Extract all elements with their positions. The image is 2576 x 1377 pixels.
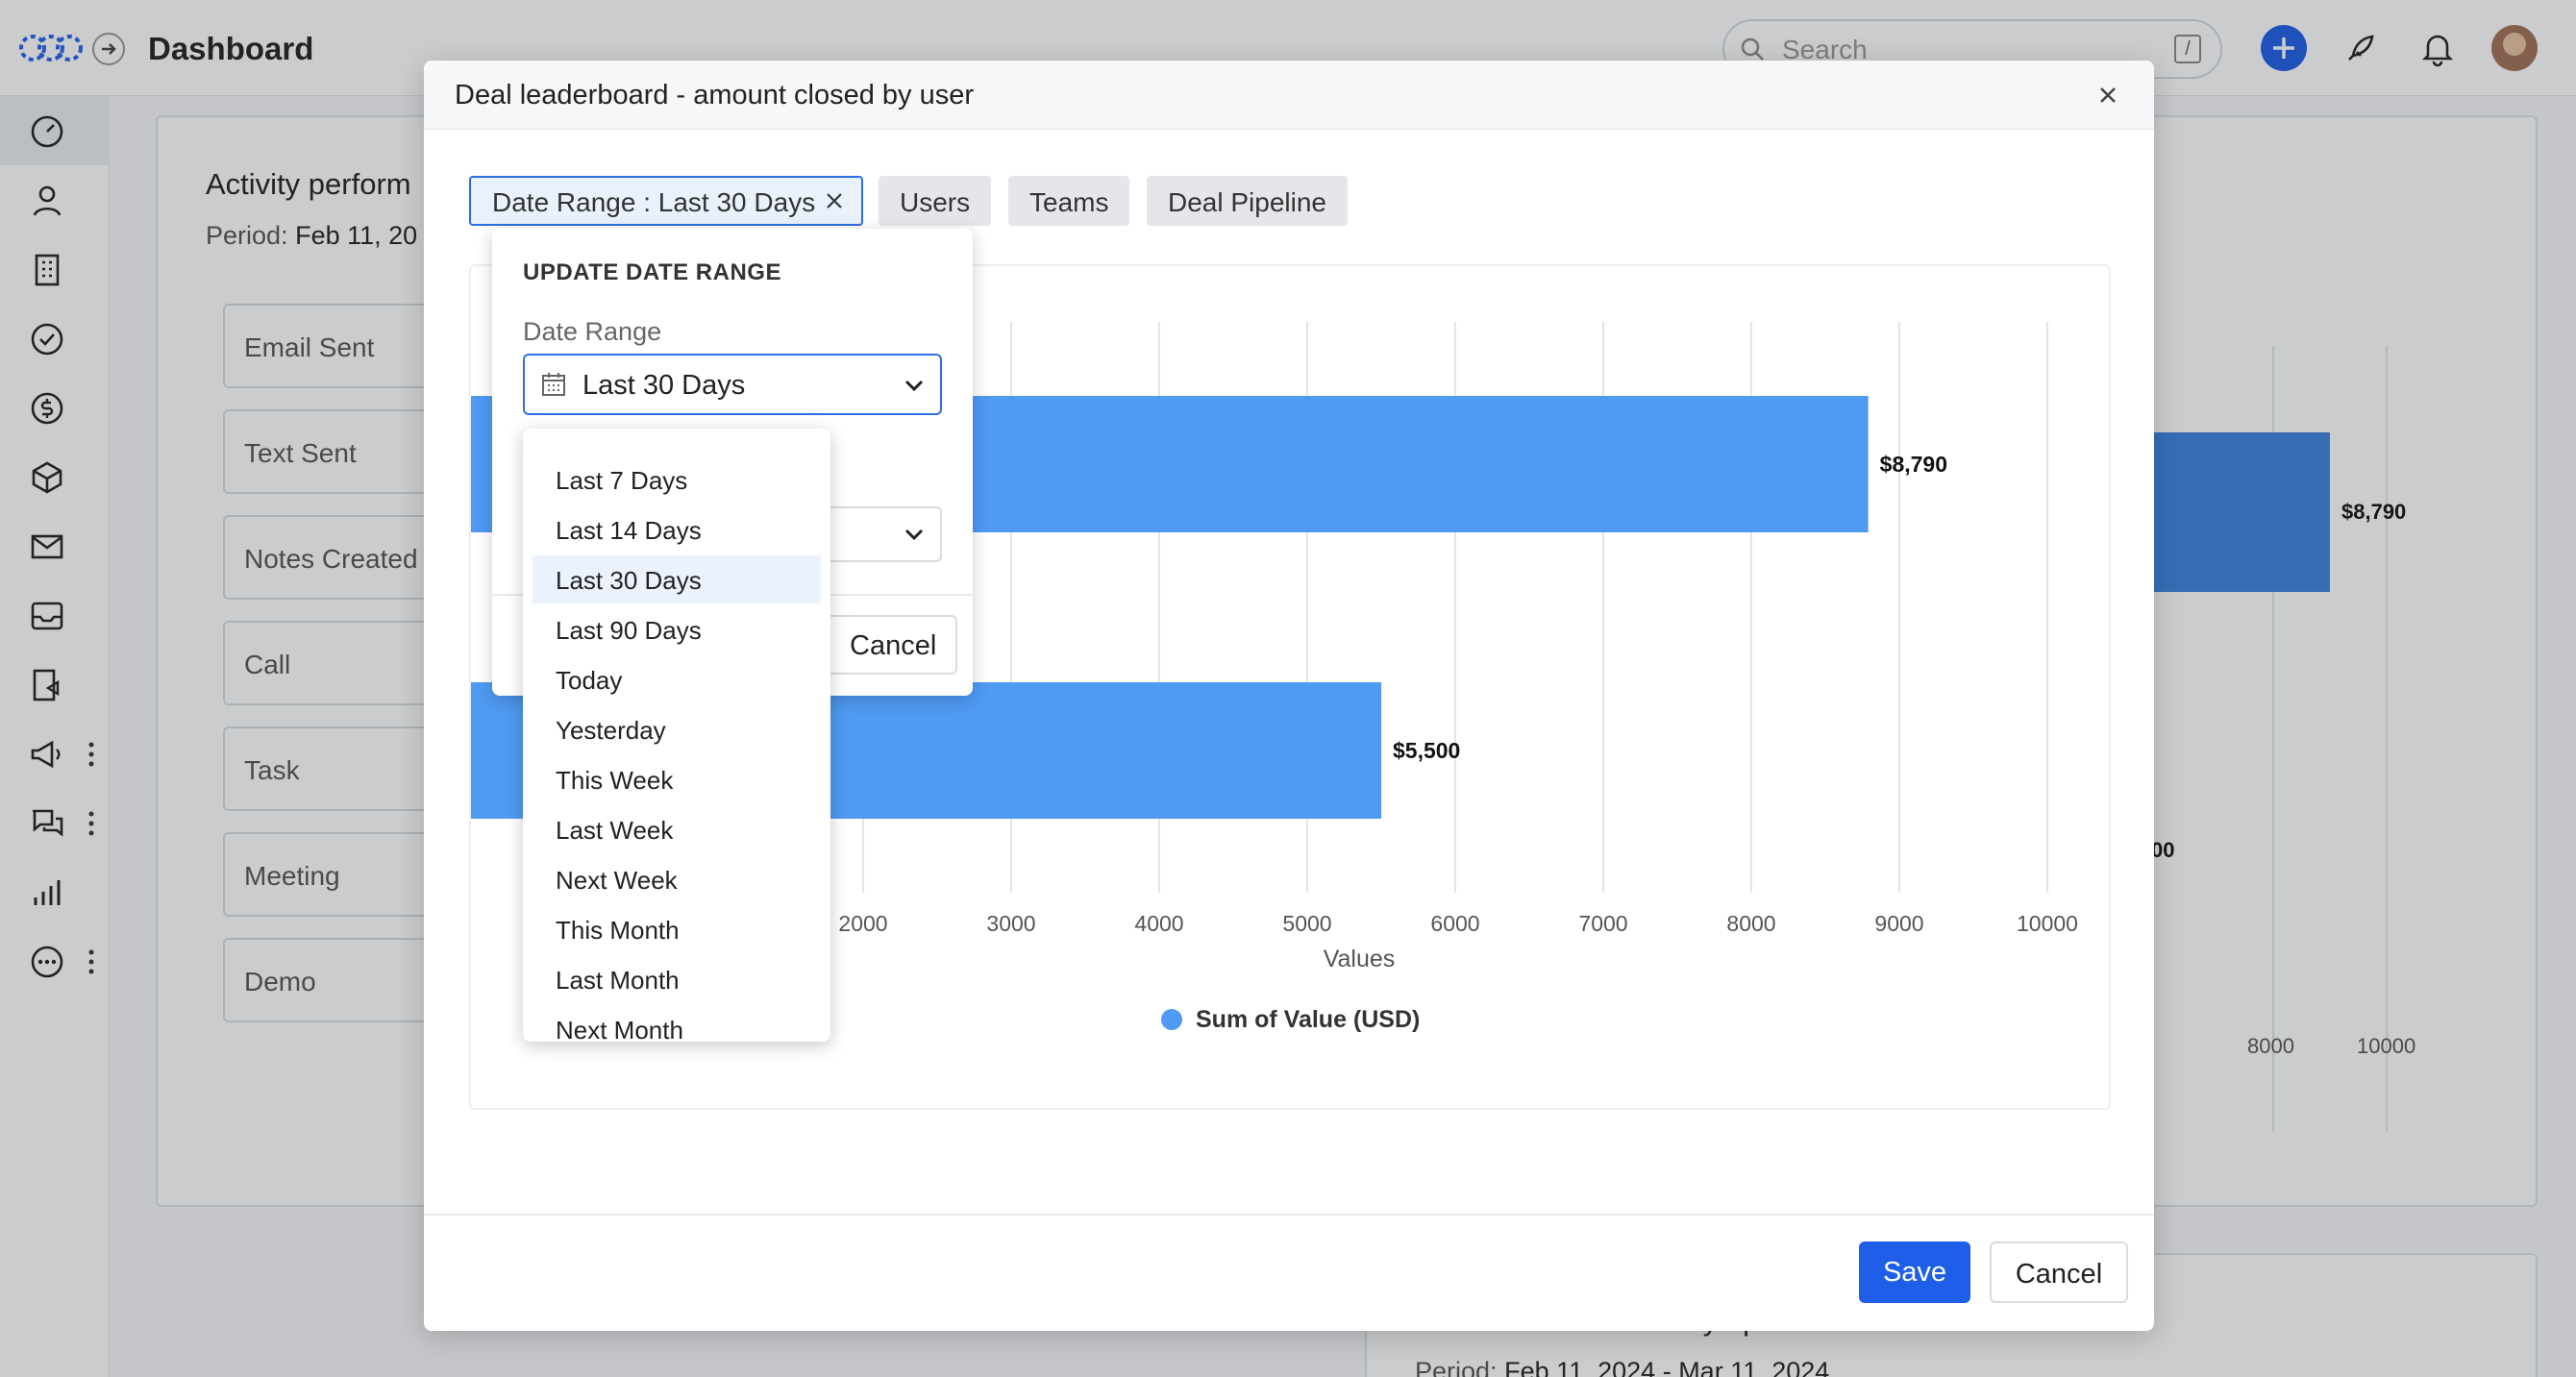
chevron-down-icon [904,529,924,541]
option-item[interactable]: This Month [533,905,821,953]
modal-header: Deal leaderboard - amount closed by user [424,61,2154,130]
option-item[interactable]: Last Week [533,805,821,853]
option-item[interactable]: Last 90 Days [533,605,821,653]
calendar-icon [542,373,565,396]
x-tick-label: 6000 [1430,911,1479,936]
x-tick-label: 9000 [1874,911,1923,936]
deal-pipeline-filter-chip[interactable]: Deal Pipeline [1147,176,1348,226]
legend-label: Sum of Value (USD) [1196,1006,1421,1033]
date-range-filter-chip[interactable]: Date Range : Last 30 Days [469,176,863,226]
bar-value-label: $5,500 [1393,738,1460,763]
cancel-button[interactable]: Cancel [1990,1242,2128,1303]
remove-filter-icon[interactable] [823,189,846,212]
popover-heading: UPDATE DATE RANGE [523,259,781,285]
users-filter-chip[interactable]: Users [879,176,992,226]
legend-swatch [1161,1009,1182,1030]
option-item[interactable]: Last Month [533,955,821,1003]
date-range-label: Date Range [523,317,662,346]
x-tick-label: 7000 [1578,911,1627,936]
option-item[interactable]: Last 7 Days [533,455,821,504]
x-tick-label: 4000 [1134,911,1183,936]
date-range-select[interactable]: Last 30 Days [523,354,942,415]
modal-footer-divider [424,1214,2154,1216]
x-tick-label: 8000 [1726,911,1775,936]
x-tick-label: 5000 [1282,911,1331,936]
date-range-options: Last 7 Days Last 14 Days Last 30 Days Last … [523,429,830,1042]
bar-value-label: $8,790 [1880,452,1947,477]
option-item[interactable]: Next Month [533,1005,821,1042]
option-item[interactable]: Yesterday [533,705,821,753]
close-icon[interactable] [2094,82,2121,109]
option-item[interactable]: This Week [533,755,821,803]
x-tick-label: 10000 [2017,911,2078,936]
modal-title: Deal leaderboard - amount closed by user [455,80,975,111]
x-tick-label: 3000 [986,911,1035,936]
x-tick-label: 2000 [838,911,887,936]
option-selected[interactable]: Last 30 Days [533,555,821,603]
chart-legend[interactable]: Sum of Value (USD) [1161,1006,1420,1037]
chip-label: Date Range : Last 30 Days [492,187,816,217]
option-item[interactable]: Last 14 Days [533,505,821,553]
teams-filter-chip[interactable]: Teams [1008,176,1130,226]
option-item[interactable]: Next Week [533,855,821,903]
chevron-down-icon [904,380,924,392]
save-button[interactable]: Save [1859,1242,1970,1303]
option-item[interactable]: Today [533,655,821,703]
selected-value: Last 30 Days [582,370,746,401]
